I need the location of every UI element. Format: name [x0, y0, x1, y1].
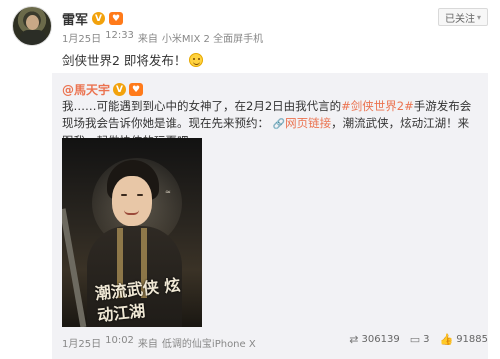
like-action[interactable]: 👍 91885: [439, 333, 488, 346]
repost-actions: ⇄ 306139 ▭ 3 👍 91885: [349, 333, 488, 346]
comment-action[interactable]: ▭ 3: [410, 333, 430, 346]
comment-icon: ▭: [409, 333, 421, 346]
thumb-up-icon: 👍: [439, 333, 454, 346]
eye-right: [137, 194, 143, 196]
poster-face: [112, 176, 152, 226]
smile-emoji-icon: [189, 52, 204, 67]
poster-signature: ≈: [165, 188, 171, 196]
author-name[interactable]: 雷军: [62, 9, 88, 28]
sword-shape: [62, 208, 87, 327]
repost-author-row: @馬天宇 V ♥: [62, 81, 144, 98]
repost-action[interactable]: ⇄ 306139: [349, 333, 399, 346]
poster-image[interactable]: ≈ 潮流武侠 炫动江湖: [62, 138, 202, 327]
verified-v-icon: V: [92, 12, 106, 25]
follow-label: 已关注: [444, 13, 475, 25]
poster-calligraphy: 潮流武侠 炫动江湖: [94, 275, 182, 326]
repost-meta: 1月25日 10:02 来自 低调的仙宝iPhone X: [62, 335, 256, 350]
repost-source-prefix: 来自: [137, 339, 158, 350]
repost-author[interactable]: @馬天宇: [62, 81, 110, 98]
heart-badge-icon: ♥: [129, 83, 144, 96]
avatar[interactable]: [12, 6, 52, 46]
repost-text-before: 我……可能遇到到心中的女神了，在2月2日由我代言的: [62, 99, 342, 113]
repost-source[interactable]: 低调的仙宝iPhone X: [162, 335, 256, 350]
post-source[interactable]: 小米MIX 2 全面屏手机: [162, 30, 263, 45]
avatar-body: [20, 30, 46, 45]
repost-count: 306139: [361, 334, 400, 345]
post-source-prefix: 来自: [137, 34, 158, 45]
repost-icon: ⇄: [349, 333, 359, 346]
verified-v-icon: V: [113, 83, 127, 96]
link-icon: 🔗: [272, 119, 286, 130]
comment-count: 3: [423, 334, 430, 345]
repost-time: 10:02: [105, 335, 134, 346]
web-link[interactable]: 网页链接: [285, 116, 331, 130]
post-date[interactable]: 1月25日: [62, 30, 101, 45]
eye-left: [121, 194, 127, 196]
post-text: 剑侠世界2 即将发布！: [62, 50, 204, 69]
repost-date[interactable]: 1月25日: [62, 335, 101, 350]
post-meta: 1月25日 12:33 来自 小米MIX 2 全面屏手机: [62, 30, 263, 45]
topic-link[interactable]: #剑侠世界2#: [341, 99, 414, 113]
like-count: 91885: [456, 334, 488, 345]
heart-badge-icon: ♥: [109, 12, 124, 25]
avatar-face: [26, 15, 39, 30]
post-time: 12:33: [105, 30, 134, 41]
chevron-down-icon: ▾: [476, 12, 481, 22]
repost-card[interactable]: @馬天宇 V ♥ 我……可能遇到到心中的女神了，在2月2日由我代言的#剑侠世界2…: [52, 73, 488, 359]
post-body: 剑侠世界2 即将发布！: [62, 53, 187, 68]
author-row: 雷军 V ♥: [62, 9, 124, 28]
follow-button[interactable]: 已关注 ▾: [438, 8, 488, 26]
